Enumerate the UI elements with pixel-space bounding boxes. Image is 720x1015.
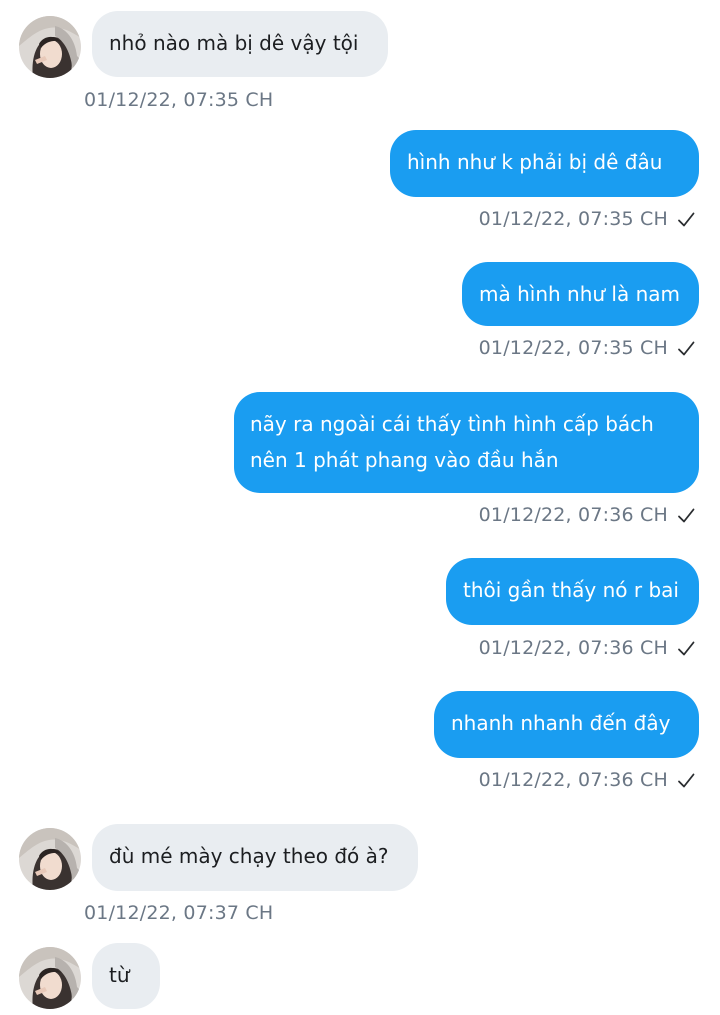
outgoing-message-bubble[interactable]: nhanh nhanh đến đây [434, 691, 699, 758]
incoming-message-bubble[interactable]: từ [92, 943, 160, 1009]
message-text: hình như k phải bị dê đâu [407, 150, 663, 174]
message-timestamp: 01/12/22, 07:36 CH [478, 769, 668, 791]
contact-avatar[interactable] [19, 828, 81, 890]
sent-check-icon [676, 639, 696, 659]
message-timestamp: 01/12/22, 07:37 CH [84, 902, 274, 924]
message-timestamp: 01/12/22, 07:35 CH [84, 89, 274, 111]
outgoing-message-bubble[interactable]: hình như k phải bị dê đâu [390, 130, 699, 197]
sent-check-icon [676, 771, 696, 791]
message-text: từ [109, 963, 130, 987]
avatar-image [19, 828, 81, 890]
outgoing-message-bubble[interactable]: thôi gần thấy nó r bai [446, 558, 699, 625]
outgoing-message-bubble[interactable]: nãy ra ngoài cái thấy tình hình cấp bách… [234, 392, 699, 493]
sent-check-icon [676, 339, 696, 359]
sent-check-icon [676, 210, 696, 230]
contact-avatar[interactable] [19, 947, 81, 1009]
incoming-message-bubble[interactable]: nhỏ nào mà bị dê vậy tội [92, 11, 388, 77]
message-timestamp: 01/12/22, 07:35 CH [478, 337, 668, 359]
message-text: nhỏ nào mà bị dê vậy tội [109, 31, 359, 55]
incoming-message-bubble[interactable]: đù mé mày chạy theo đó à? [92, 824, 418, 891]
message-timestamp: 01/12/22, 07:36 CH [478, 504, 668, 526]
message-timestamp: 01/12/22, 07:36 CH [478, 637, 668, 659]
avatar-image [19, 947, 81, 1009]
message-text: thôi gần thấy nó r bai [463, 578, 679, 602]
sent-check-icon [676, 506, 696, 526]
message-line: nãy ra ngoài cái thấy tình hình cấp bách [250, 412, 654, 436]
message-text: đù mé mày chạy theo đó à? [109, 844, 389, 868]
contact-avatar[interactable] [19, 16, 81, 78]
message-text: nhanh nhanh đến đây [451, 711, 671, 735]
message-line: nên 1 phát phang vào đầu hắn [250, 448, 559, 472]
avatar-image [19, 16, 81, 78]
message-timestamp: 01/12/22, 07:35 CH [478, 208, 668, 230]
message-text: mà hình như là nam [479, 282, 681, 306]
outgoing-message-bubble[interactable]: mà hình như là nam [462, 262, 699, 326]
